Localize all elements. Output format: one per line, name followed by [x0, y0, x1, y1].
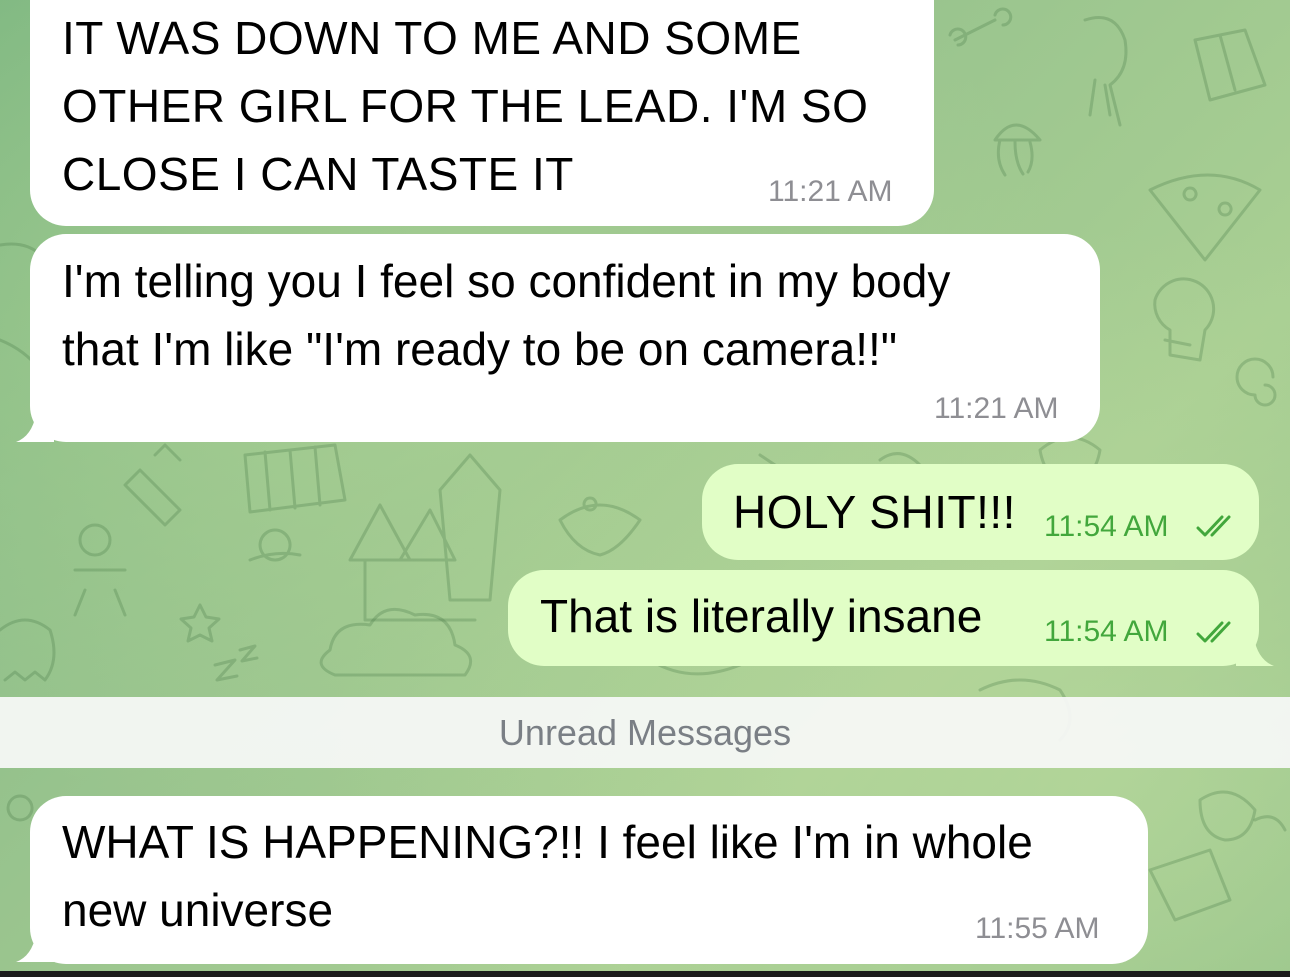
message-timestamp: 11:54 AM	[1044, 510, 1169, 543]
bubble-tail	[16, 414, 54, 442]
message-timestamp: 11:55 AM	[975, 912, 1100, 945]
message-text: That is literally insane	[540, 590, 983, 642]
message-text: HOLY SHIT!!!	[733, 486, 1016, 538]
unread-messages-divider: Unread Messages	[0, 697, 1290, 768]
unread-messages-label: Unread Messages	[498, 712, 792, 753]
screen-bottom-edge	[0, 971, 1290, 977]
message-timestamp: 11:21 AM	[768, 175, 893, 208]
double-check-icon	[1196, 621, 1231, 643]
message-timestamp: 11:21 AM	[934, 392, 1059, 425]
bubble-tail	[1236, 638, 1274, 666]
double-check-icon	[1196, 515, 1231, 537]
message-text: WHAT IS HAPPENING?!! I feel like I'm in …	[62, 816, 1033, 936]
bubble-tail	[16, 934, 54, 962]
message-text: I'm telling you I feel so confident in m…	[62, 255, 951, 375]
message-timestamp: 11:54 AM	[1044, 615, 1169, 648]
